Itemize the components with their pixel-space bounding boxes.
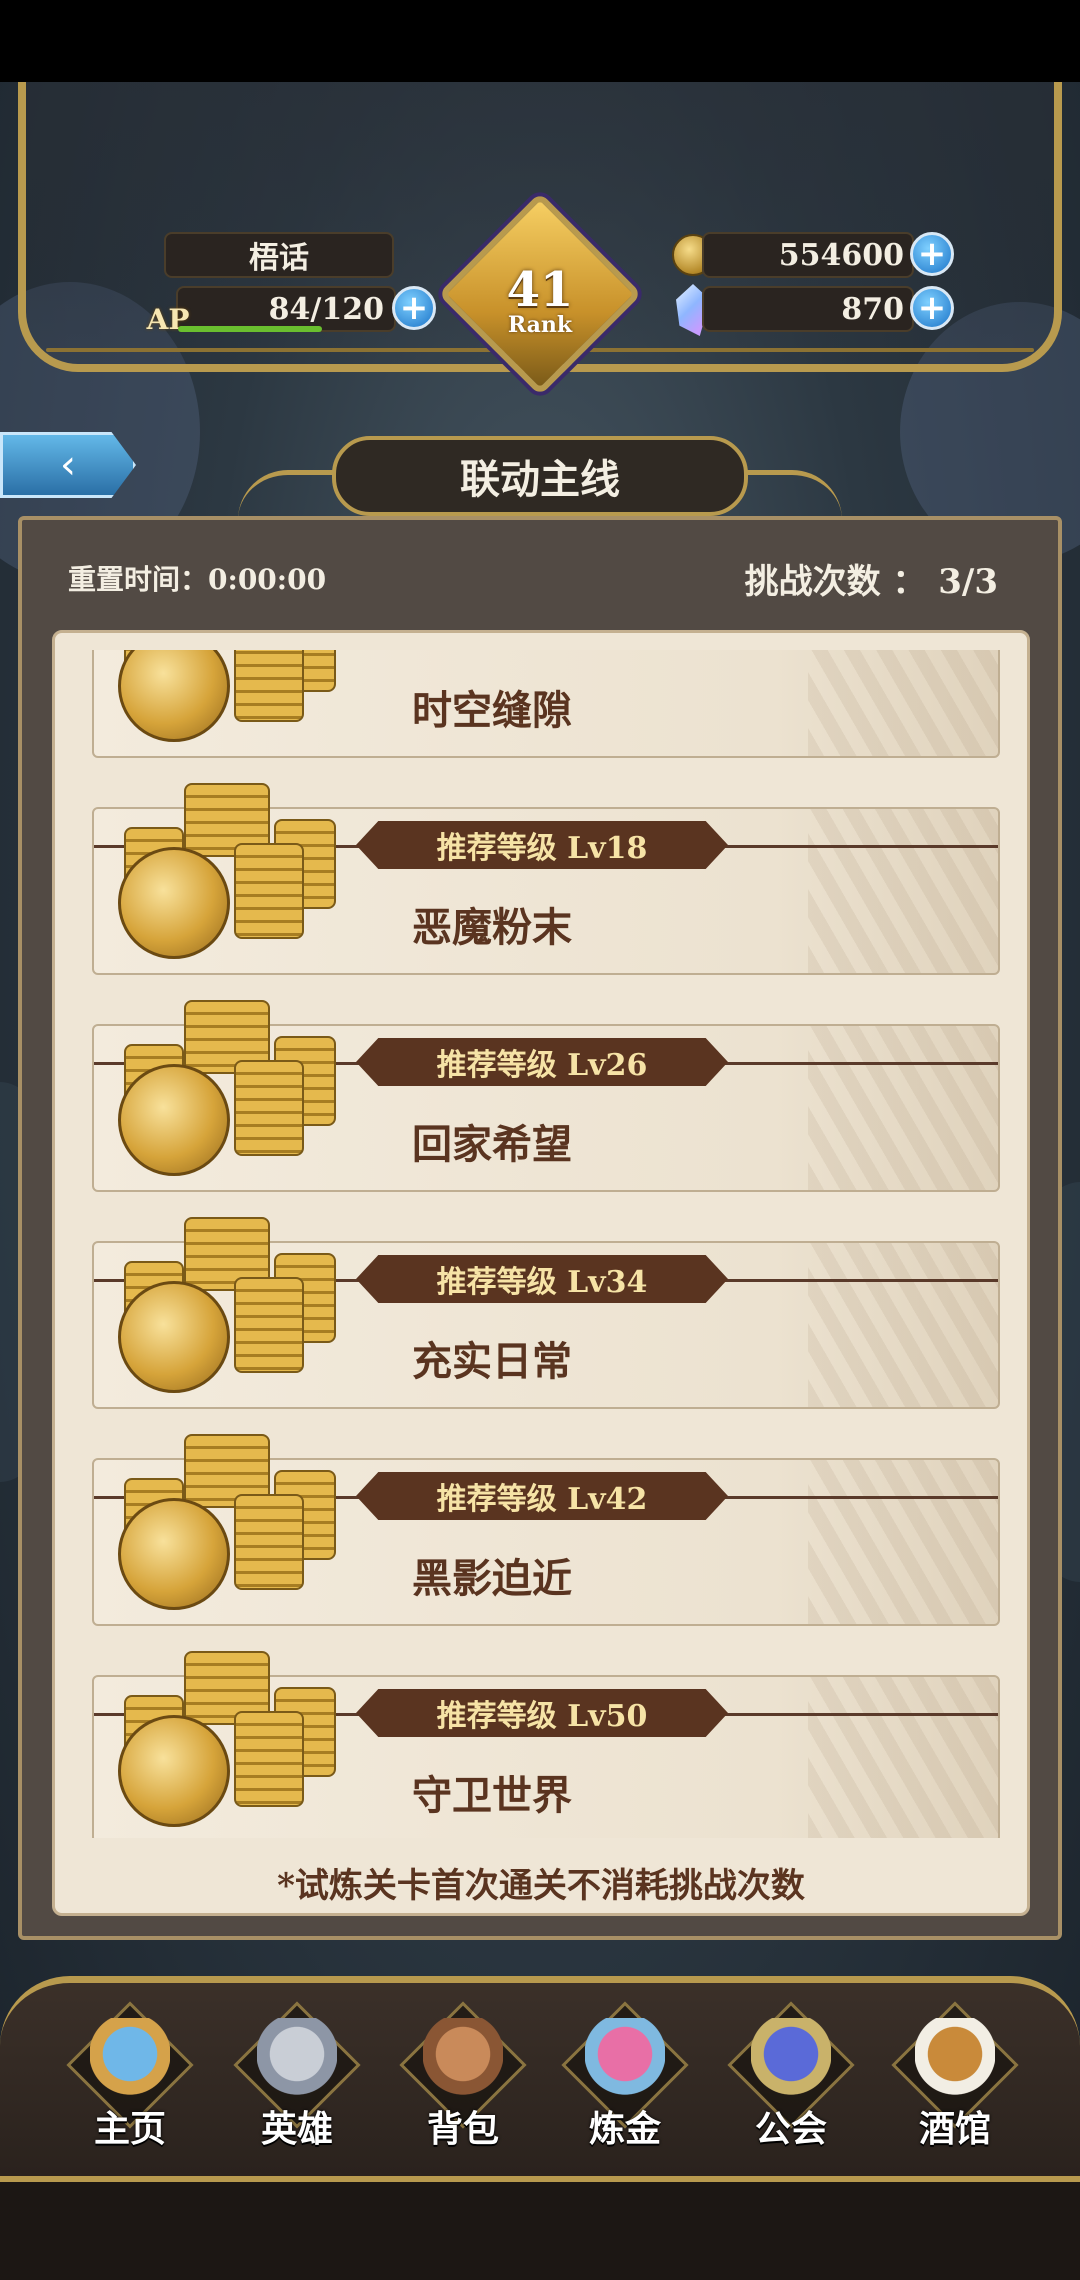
- recommended-level: 推荐等级 Lv42: [356, 1472, 728, 1520]
- card-pattern: [808, 1243, 998, 1407]
- page-title: 联动主线: [460, 456, 620, 503]
- nav-item-backpack[interactable]: 背包: [388, 2001, 538, 2158]
- gold-plate: 554600: [702, 232, 914, 278]
- card-pattern: [808, 1677, 998, 1838]
- nav-item-hero-helmet[interactable]: 英雄: [222, 2001, 372, 2158]
- guild-shield-icon: [751, 2018, 831, 2108]
- plus-icon: +: [917, 234, 947, 274]
- crystal-amount: 870: [841, 291, 904, 327]
- rank-label: Rank: [507, 312, 573, 338]
- card-pattern: [808, 1026, 998, 1190]
- alchemy-flask-icon: [585, 2018, 665, 2108]
- bottom-band: [0, 2182, 1080, 2280]
- plus-icon: +: [399, 288, 429, 328]
- stage-name: 守卫世界: [412, 1772, 572, 1819]
- add-ap-button[interactable]: +: [392, 286, 436, 330]
- reset-time: 重置时间：0:00:00: [68, 563, 327, 596]
- stage-name: 时空缝隙: [412, 687, 572, 734]
- gold-coins-icon: [114, 1000, 336, 1180]
- hero-helmet-icon: [257, 2018, 337, 2108]
- footnote: *试炼关卡首次通关不消耗挑战次数: [277, 1866, 805, 1906]
- ap-progress-bar: [178, 326, 322, 332]
- back-button[interactable]: ‹: [0, 432, 136, 498]
- card-pattern: [808, 1460, 998, 1624]
- card-pattern: [808, 650, 998, 756]
- gold-coins-icon: [114, 1651, 336, 1831]
- stage-card[interactable]: 推荐等级 Lv34 充实日常: [92, 1217, 1000, 1409]
- player-name: 梧话: [249, 241, 309, 276]
- gold-coins-icon: [114, 650, 336, 746]
- nav-label: 英雄: [260, 2108, 333, 2150]
- recommended-level: 推荐等级 Lv34: [356, 1255, 728, 1303]
- nav-item-alchemy-flask[interactable]: 炼金: [550, 2001, 700, 2158]
- nav-label: 主页: [93, 2108, 166, 2150]
- recommended-level: 推荐等级 Lv26: [356, 1038, 728, 1086]
- nav-label: 炼金: [588, 2108, 661, 2150]
- gold-coins-icon: [114, 783, 336, 963]
- add-gold-button[interactable]: +: [910, 232, 954, 276]
- tavern-mug-icon: [915, 2018, 995, 2108]
- nav-item-castle[interactable]: 主页: [55, 2001, 205, 2158]
- recommended-level: 推荐等级 Lv18: [356, 821, 728, 869]
- recommended-level: 推荐等级 Lv50: [356, 1689, 728, 1737]
- stage-card[interactable]: 推荐等级 Lv18 恶魔粉末: [92, 783, 1000, 975]
- stage-card[interactable]: 推荐等级 Lv42 黑影迫近: [92, 1434, 1000, 1626]
- nav-label: 公会: [754, 2108, 827, 2150]
- stage-name: 充实日常: [412, 1338, 572, 1385]
- stage-card[interactable]: 推荐等级 Lv50 守卫世界: [92, 1651, 1000, 1838]
- nav-item-tavern-mug[interactable]: 酒馆: [880, 2001, 1030, 2158]
- gold-coins-icon: [114, 1217, 336, 1397]
- castle-icon: [90, 2018, 170, 2108]
- stage-name: 恶魔粉末: [412, 904, 572, 951]
- plus-icon: +: [917, 288, 947, 328]
- ap-value: 84/120: [268, 291, 384, 327]
- crystal-plate: 870: [702, 286, 914, 332]
- card-pattern: [808, 809, 998, 973]
- rank-number: 41: [506, 262, 574, 318]
- add-crystal-button[interactable]: +: [910, 286, 954, 330]
- stage-card[interactable]: 推荐等级 Lv26 回家希望: [92, 1000, 1000, 1192]
- page-title-plate: 联动主线: [332, 436, 748, 516]
- stage-name: 回家希望: [412, 1121, 572, 1168]
- back-arrow-icon: ‹: [60, 442, 76, 488]
- gold-coins-icon: [114, 1434, 336, 1614]
- gold-amount: 554600: [778, 237, 904, 273]
- nav-label: 酒馆: [918, 2108, 991, 2150]
- stage-list[interactable]: 时空缝隙推荐等级 Lv18 恶魔粉末推荐等级 Lv26 回家希望推荐等级 Lv34 充…: [52, 650, 1030, 1838]
- player-name-plate: 梧话: [164, 232, 394, 278]
- stage-name: 黑影迫近: [412, 1555, 572, 1602]
- nav-label: 背包: [426, 2108, 499, 2150]
- stage-card[interactable]: 时空缝隙: [92, 650, 1000, 758]
- challenge-count: 挑战次数 ： 3/3: [744, 562, 998, 602]
- nav-item-guild-shield[interactable]: 公会: [716, 2001, 866, 2158]
- backpack-icon: [423, 2018, 503, 2108]
